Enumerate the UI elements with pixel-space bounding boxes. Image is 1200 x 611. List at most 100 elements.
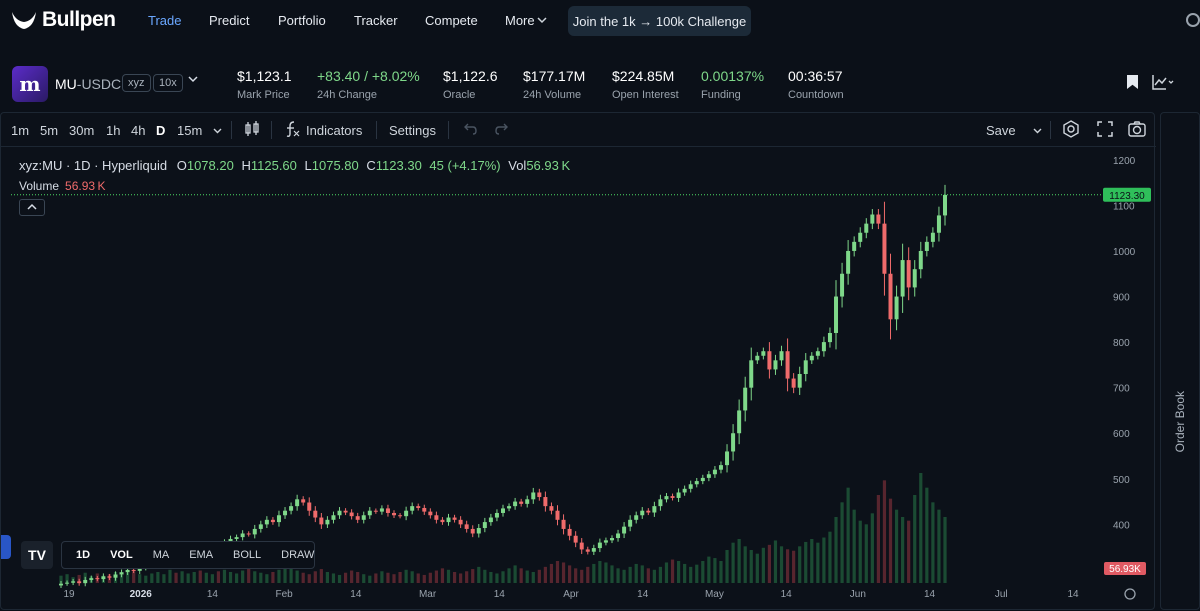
chart-stats-icon[interactable] [1152, 74, 1174, 90]
challenge-button[interactable]: Join the 1k → 100k Challenge [568, 6, 751, 36]
nav-predict[interactable]: Predict [209, 13, 249, 28]
candle-body [561, 519, 566, 529]
candle-body [531, 492, 536, 500]
nav-portfolio[interactable]: Portfolio [278, 13, 326, 28]
nav-trade[interactable]: Trade [148, 13, 181, 28]
brand-logo[interactable]: Bullpen [10, 8, 116, 32]
ind-1d[interactable]: 1D [66, 549, 100, 561]
candle-body [918, 250, 923, 270]
stat-value: $1,123.1 [237, 68, 292, 84]
candle-body [101, 576, 106, 580]
ind-vol[interactable]: VOL [100, 549, 143, 561]
candle-body [446, 517, 451, 523]
volume-badge-label: 56.93K [1109, 564, 1141, 575]
candle-body [603, 540, 608, 543]
volume-bar [919, 473, 923, 583]
low-value: 1075.80 [311, 158, 359, 173]
volume-bar [925, 487, 929, 583]
pair-name[interactable]: MU-USDC [55, 76, 121, 92]
volume-bar [598, 561, 602, 583]
candle-body [894, 296, 899, 320]
candle-body [422, 507, 427, 512]
candle-body [900, 260, 905, 297]
order-book-panel[interactable]: Order Book [1160, 112, 1200, 610]
leverage-badge: 10x [153, 74, 183, 92]
volume-bar [319, 569, 323, 583]
collapse-legend-button[interactable] [19, 199, 45, 216]
nav-tracker[interactable]: Tracker [354, 13, 398, 28]
price-chart[interactable]: 3004005006007008009001000110012001920261… [1, 113, 1156, 611]
candle-body [943, 194, 947, 216]
stat-funding: 0.00137% Funding [701, 68, 764, 101]
close-label: C [366, 158, 376, 173]
top-nav: Bullpen Trade Predict Portfolio Tracker … [0, 0, 1200, 42]
nav-compete[interactable]: Compete [425, 13, 478, 28]
stat-value: 00:36:57 [788, 68, 843, 84]
volume-bar [907, 520, 911, 583]
ind-ma[interactable]: MA [143, 549, 180, 561]
candle-body [398, 515, 403, 517]
search-icon[interactable] [1186, 13, 1200, 27]
tradingview-logo[interactable]: TV [21, 541, 53, 569]
nav-more[interactable]: More [505, 13, 535, 28]
candle-body [452, 517, 457, 520]
candle-body [670, 496, 675, 498]
candle-body [712, 469, 717, 475]
stat-label: Countdown [788, 89, 844, 101]
volume-bar [404, 569, 408, 583]
x-tick-label: Jul [995, 589, 1008, 600]
ind-draw[interactable]: DRAW [271, 549, 324, 561]
pair-base: MU [55, 76, 77, 92]
open-value: 1078.20 [186, 158, 234, 173]
volume-bar [664, 562, 669, 583]
volume-bar [580, 569, 584, 583]
candle-body [355, 516, 360, 520]
candle-body [682, 488, 687, 493]
ind-ema[interactable]: EMA [179, 549, 223, 561]
candle-body [870, 214, 875, 224]
candle-body [882, 223, 887, 274]
volume-bar [325, 572, 330, 583]
volume-bar [465, 571, 469, 583]
candle-body [676, 492, 681, 498]
x-tick-label: Apr [563, 589, 579, 600]
volume-bar [858, 520, 862, 583]
volume-bar [913, 495, 917, 583]
candle-body [59, 583, 63, 586]
volume-bar [592, 563, 596, 583]
volume-bar [374, 573, 378, 583]
candle-body [579, 542, 584, 550]
x-tick-label: 14 [350, 589, 362, 600]
candle-body [501, 508, 505, 513]
volume-bar [901, 517, 905, 583]
candle-body [258, 524, 263, 529]
ind-boll[interactable]: BOLL [223, 549, 271, 561]
stat-label: 24h Change [317, 89, 377, 101]
candle-body [543, 497, 548, 507]
volume-bar [422, 574, 426, 583]
candle-body [77, 581, 82, 584]
candle-body [283, 510, 288, 516]
volume-bar [459, 573, 463, 583]
candle-body [664, 496, 669, 500]
stat-label: Mark Price [237, 89, 290, 101]
candle-body [276, 515, 281, 523]
symbol-label: xyz:MU · 1D · Hyperliquid [19, 158, 168, 173]
candle-body [301, 499, 306, 503]
volume-bar [822, 537, 826, 583]
candle-body [379, 508, 384, 512]
volume-bar [731, 542, 735, 583]
volume-bar [301, 572, 305, 583]
side-panel-tab[interactable] [1, 535, 11, 559]
candle-body [585, 549, 590, 552]
volume-bar [719, 561, 723, 583]
candle-body [821, 342, 826, 352]
stat-value: $177.17M [523, 68, 586, 84]
chevron-down-icon[interactable] [188, 76, 198, 83]
vol-label: Vol [508, 158, 527, 173]
volume-bar [725, 550, 729, 583]
candle-body [385, 508, 390, 513]
volume-bar [428, 572, 432, 583]
x-tick-label: 14 [781, 589, 793, 600]
volume-bar [555, 561, 560, 583]
